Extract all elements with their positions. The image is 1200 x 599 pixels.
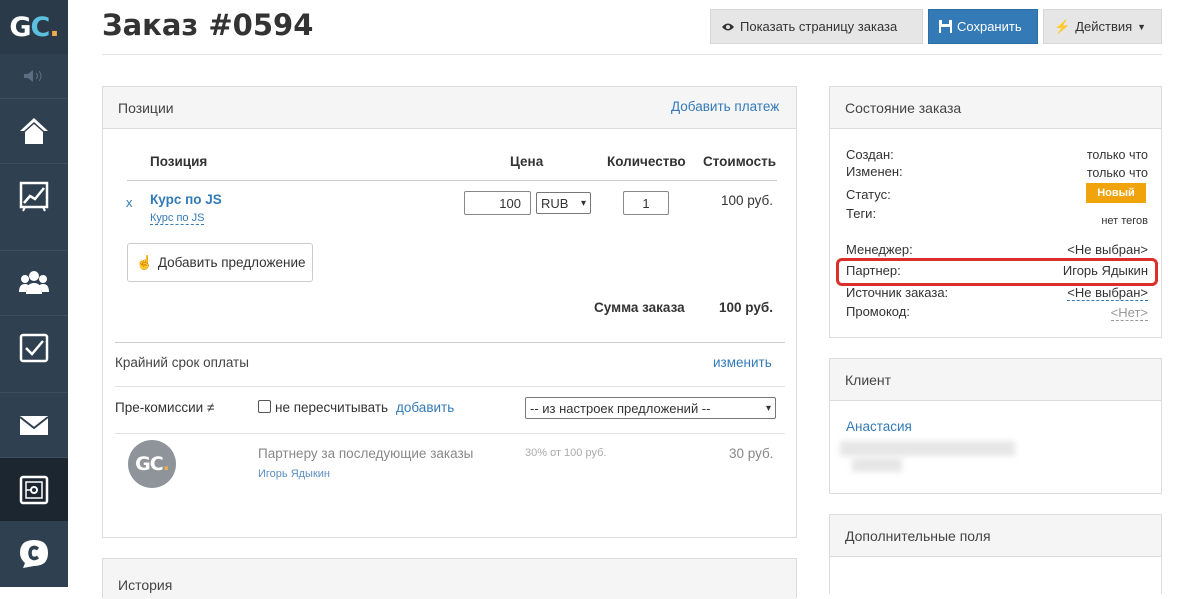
col-price: Цена <box>510 154 544 169</box>
partner-highlight <box>836 258 1158 286</box>
position-cost: 100 руб. <box>721 193 774 208</box>
col-cost: Стоимость <box>703 154 777 169</box>
payment-deadline-label: Крайний срок оплаты <box>115 355 249 370</box>
created-label: Создан: <box>846 147 894 162</box>
col-position: Позиция <box>150 154 208 169</box>
sidebar-item-stats[interactable] <box>0 163 68 227</box>
mail-icon <box>19 415 49 435</box>
sidebar-item-chat[interactable] <box>0 522 68 586</box>
home-icon <box>20 117 48 144</box>
divider <box>115 386 785 387</box>
sidebar-item-users[interactable] <box>0 250 68 314</box>
commission-rate: 30% от 100 руб. <box>525 447 607 459</box>
tags-label: Теги: <box>846 206 877 221</box>
speaker-icon[interactable] <box>0 58 68 94</box>
col-quantity: Количество <box>607 154 686 169</box>
eye-icon <box>722 23 734 30</box>
history-panel-header: История <box>103 559 796 599</box>
history-panel: История <box>102 558 797 599</box>
status-label: Статус: <box>846 187 891 202</box>
add-precommission-link[interactable]: добавить <box>396 400 454 415</box>
changed-label: Изменен: <box>846 164 903 179</box>
hand-pointer-icon: ☝ <box>136 254 153 270</box>
redacted-contact <box>840 441 1015 456</box>
divider <box>115 433 785 434</box>
show-order-page-label: Показать страницу заказа <box>740 19 898 34</box>
no-recalc-checkbox[interactable] <box>258 400 271 413</box>
position-name-link[interactable]: Курс по JS <box>150 192 222 207</box>
sidebar-item-home[interactable] <box>0 98 68 162</box>
chat-icon <box>20 540 48 568</box>
actions-label: Действия <box>1075 19 1133 34</box>
order-status-title: Состояние заказа <box>845 99 962 116</box>
table-header-divider <box>127 180 777 181</box>
changed-value: только что <box>1086 166 1148 180</box>
source-label: Источник заказа: <box>846 285 949 300</box>
client-title: Клиент <box>845 371 892 388</box>
price-input[interactable]: 100 <box>464 191 531 215</box>
add-payment-link[interactable]: Добавить платеж <box>671 99 779 114</box>
safe-icon <box>19 475 49 504</box>
client-name-link[interactable]: Анастасия <box>846 419 912 434</box>
precommission-label: Пре-комиссии ≠ <box>115 400 215 415</box>
add-offer-button[interactable]: ☝ Добавить предложение <box>127 243 313 282</box>
sidebar-item-tasks[interactable] <box>0 315 68 379</box>
manager-label: Менеджер: <box>846 242 913 257</box>
created-value: только что <box>1086 148 1148 162</box>
tasks-icon <box>19 333 49 362</box>
save-icon <box>939 20 952 33</box>
bolt-icon: ⚡ <box>1054 18 1071 34</box>
add-offer-label: Добавить предложение <box>157 255 306 270</box>
logo[interactable]: GC. <box>0 0 68 54</box>
promo-link[interactable]: <Нет> <box>1110 305 1148 321</box>
actions-dropdown[interactable]: ⚡ Действия ▼ <box>1043 9 1162 44</box>
extra-fields-title: Дополнительные поля <box>845 527 991 544</box>
order-sum-value: 100 руб. <box>719 300 773 315</box>
remove-position-button[interactable]: x <box>126 195 133 210</box>
page-title: Заказ #0594 <box>102 8 314 42</box>
client-header: Клиент <box>830 359 1161 401</box>
extra-fields-panel: Дополнительные поля <box>829 514 1162 594</box>
sidebar-item-mail[interactable] <box>0 392 68 456</box>
status-badge[interactable]: Новый <box>1086 183 1146 203</box>
history-title: История <box>118 577 173 593</box>
divider <box>115 342 785 343</box>
quantity-input[interactable]: 1 <box>623 191 669 215</box>
currency-select[interactable]: RUB ▾ <box>536 192 591 214</box>
sidebar-item-safe[interactable] <box>0 457 68 521</box>
positions-title: Позиции <box>118 99 174 116</box>
users-icon <box>19 270 49 294</box>
order-sum-label: Сумма заказа <box>594 300 685 315</box>
chevron-down-icon: ▾ <box>580 197 586 209</box>
header-divider <box>102 54 1162 55</box>
promo-label: Промокод: <box>846 304 910 319</box>
show-order-page-button[interactable]: Показать страницу заказа <box>710 9 923 44</box>
chevron-down-icon: ▾ <box>765 402 771 414</box>
save-label: Сохранить <box>957 19 1022 34</box>
position-sub-link[interactable]: Курс по JS <box>150 212 205 225</box>
no-recalc-label: не пересчитывать <box>275 400 389 415</box>
order-status-header: Состояние заказа <box>830 87 1161 129</box>
tags-value[interactable]: нет тегов <box>1101 215 1148 227</box>
caret-down-icon: ▼ <box>1137 21 1147 32</box>
commission-partner-link[interactable]: Игорь Ядыкин <box>258 468 330 480</box>
manager-link[interactable]: <Не выбран> <box>1067 242 1148 257</box>
save-button[interactable]: Сохранить <box>928 9 1038 44</box>
sidebar: GC. <box>0 0 68 587</box>
chart-icon <box>19 181 49 211</box>
source-link[interactable]: <Не выбран> <box>1067 285 1148 301</box>
change-deadline-link[interactable]: изменить <box>713 355 772 370</box>
precommission-select[interactable]: -- из настроек предложений -- ▾ <box>525 397 776 419</box>
redacted-contact <box>852 458 902 472</box>
extra-fields-header: Дополнительные поля <box>830 515 1161 557</box>
commission-title: Партнеру за последующие заказы <box>258 446 474 461</box>
commission-amount: 30 руб. <box>729 446 774 461</box>
avatar: GC. <box>128 440 176 488</box>
